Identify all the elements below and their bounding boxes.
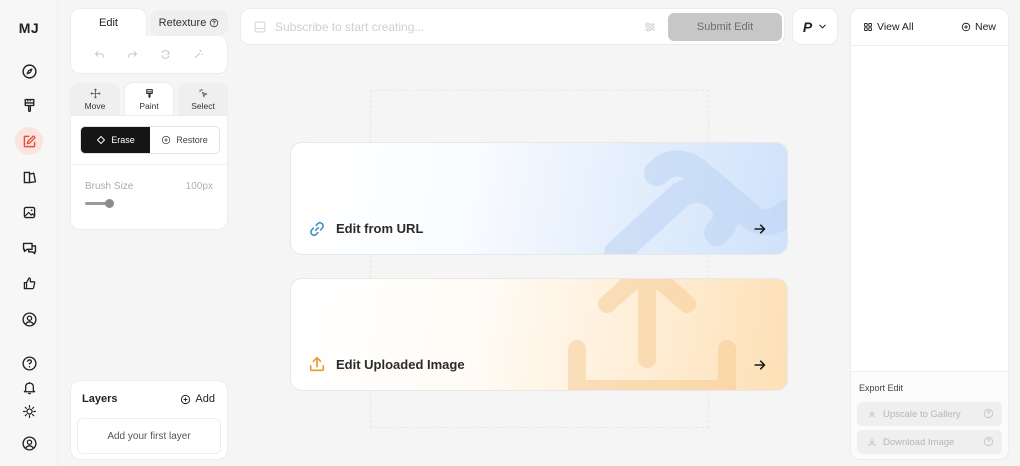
add-layer-label: Add <box>195 393 215 405</box>
layers-title: Layers <box>82 393 118 405</box>
layers-panel: Layers Add Add your first layer <box>70 380 228 460</box>
tab-edit[interactable]: Edit <box>70 8 147 38</box>
export-section: Export Edit Upscale to Gallery Download … <box>851 371 1008 459</box>
tool-tab-move-label: Move <box>84 100 106 111</box>
sun-icon <box>22 404 36 418</box>
grid-icon <box>864 23 872 31</box>
plus-circle-icon <box>961 22 971 32</box>
tool-tab-select-label: Select <box>191 100 215 111</box>
link-watermark-icon <box>604 150 787 254</box>
thumbs-up-icon <box>23 276 35 289</box>
export-title: Export Edit <box>859 383 904 393</box>
tool-tab-move[interactable]: Move <box>70 83 120 115</box>
tool-tab-paint-label: Paint <box>139 101 159 111</box>
select-sparkle-icon <box>198 88 207 97</box>
download-icon <box>868 438 876 446</box>
upload-icon <box>309 356 325 372</box>
rate-nav-button[interactable] <box>15 269 43 297</box>
link-icon <box>310 221 324 237</box>
magic-wand-icon[interactable] <box>192 48 205 61</box>
edit-icon <box>23 134 36 147</box>
explore-nav-button[interactable] <box>15 57 43 85</box>
reset-icon[interactable] <box>159 48 172 61</box>
account-nav-button[interactable] <box>15 429 43 457</box>
theme-nav-button[interactable] <box>15 397 43 425</box>
history-panel-header: View All New <box>851 9 1008 46</box>
add-layer-button[interactable]: Add <box>180 393 215 405</box>
plus-circle-icon <box>162 135 171 145</box>
plus-circle-icon <box>181 394 191 404</box>
undo-icon[interactable] <box>93 48 106 61</box>
help-icon <box>983 436 994 447</box>
brush-size-value: 100px <box>185 181 213 192</box>
prompt-bar: Submit Edit <box>240 8 785 45</box>
profile-nav-button[interactable] <box>15 305 43 333</box>
erase-button[interactable]: Erase <box>81 127 150 153</box>
edit-from-url-label: Edit from URL <box>336 221 424 236</box>
erase-label: Erase <box>111 135 135 145</box>
edit-uploaded-image-label: Edit Uploaded Image <box>336 357 465 372</box>
download-label: Download Image <box>883 436 955 448</box>
tool-tabs: Move Paint Select <box>70 82 228 116</box>
history-toolbar <box>70 36 228 74</box>
upscale-label: Upscale to Gallery <box>883 408 961 420</box>
brush-size-slider-handle[interactable] <box>105 199 114 208</box>
tool-tab-select[interactable]: Select <box>178 83 228 115</box>
left-nav-rail: MJ <box>0 0 58 466</box>
restore-button[interactable]: Restore <box>150 127 219 153</box>
layers-book-icon <box>23 171 36 183</box>
bell-icon <box>23 381 35 394</box>
eraser-icon <box>97 136 106 144</box>
edit-nav-button[interactable] <box>15 127 43 155</box>
brush-size-label: Brush Size <box>85 181 134 192</box>
upscale-icon <box>869 411 875 418</box>
paint-tool-panel: Erase Restore Brush Size 100px <box>70 115 228 230</box>
account-icon <box>21 435 37 451</box>
version-dropdown[interactable]: P <box>792 8 838 45</box>
image-upload-icon[interactable] <box>253 20 267 34</box>
help-icon <box>21 355 37 371</box>
settings-sliders-icon[interactable] <box>643 20 657 34</box>
tab-retexture-label: Retexture <box>158 17 207 29</box>
new-label: New <box>974 21 996 33</box>
gallery-nav-button[interactable] <box>15 198 43 226</box>
panel-divider <box>71 164 227 165</box>
redo-icon[interactable] <box>126 48 139 61</box>
tab-retexture[interactable]: Retexture <box>150 10 228 36</box>
version-label: P <box>802 18 813 35</box>
app-logo[interactable]: MJ <box>0 20 58 36</box>
chat-nav-button[interactable] <box>15 234 43 262</box>
chevron-down-icon <box>819 24 826 29</box>
submit-edit-button[interactable]: Submit Edit <box>668 13 782 41</box>
upload-watermark-icon <box>568 279 736 390</box>
move-icon <box>90 88 100 98</box>
new-edit-button[interactable]: New <box>961 21 996 33</box>
prompt-input[interactable] <box>275 17 635 37</box>
upscale-to-gallery-button[interactable]: Upscale to Gallery <box>857 402 1002 426</box>
paintbrush-icon <box>24 98 34 112</box>
tool-tab-paint[interactable]: Paint <box>124 82 174 116</box>
edit-from-url-card[interactable]: Edit from URL <box>290 142 788 255</box>
download-image-button[interactable]: Download Image <box>857 430 1002 454</box>
view-all-label: View All <box>877 21 914 33</box>
arrow-right-icon <box>754 360 766 370</box>
view-all-button[interactable]: View All <box>863 21 914 33</box>
compass-icon <box>21 63 37 79</box>
history-panel: View All New Export Edit Upscale to Gall… <box>850 8 1009 460</box>
help-icon <box>210 18 219 28</box>
paint-mode-toggle: Erase Restore <box>80 126 220 154</box>
add-first-layer-button[interactable]: Add your first layer <box>77 418 221 454</box>
create-nav-button[interactable] <box>15 91 43 119</box>
restore-label: Restore <box>176 135 208 145</box>
profile-icon <box>21 311 37 327</box>
help-icon <box>983 408 994 419</box>
arrow-right-icon <box>754 224 766 234</box>
organize-nav-button[interactable] <box>15 163 43 191</box>
chat-icon <box>22 242 36 254</box>
image-icon <box>23 206 35 218</box>
paintbrush-icon <box>145 89 153 98</box>
edit-uploaded-image-card[interactable]: Edit Uploaded Image <box>290 278 788 391</box>
